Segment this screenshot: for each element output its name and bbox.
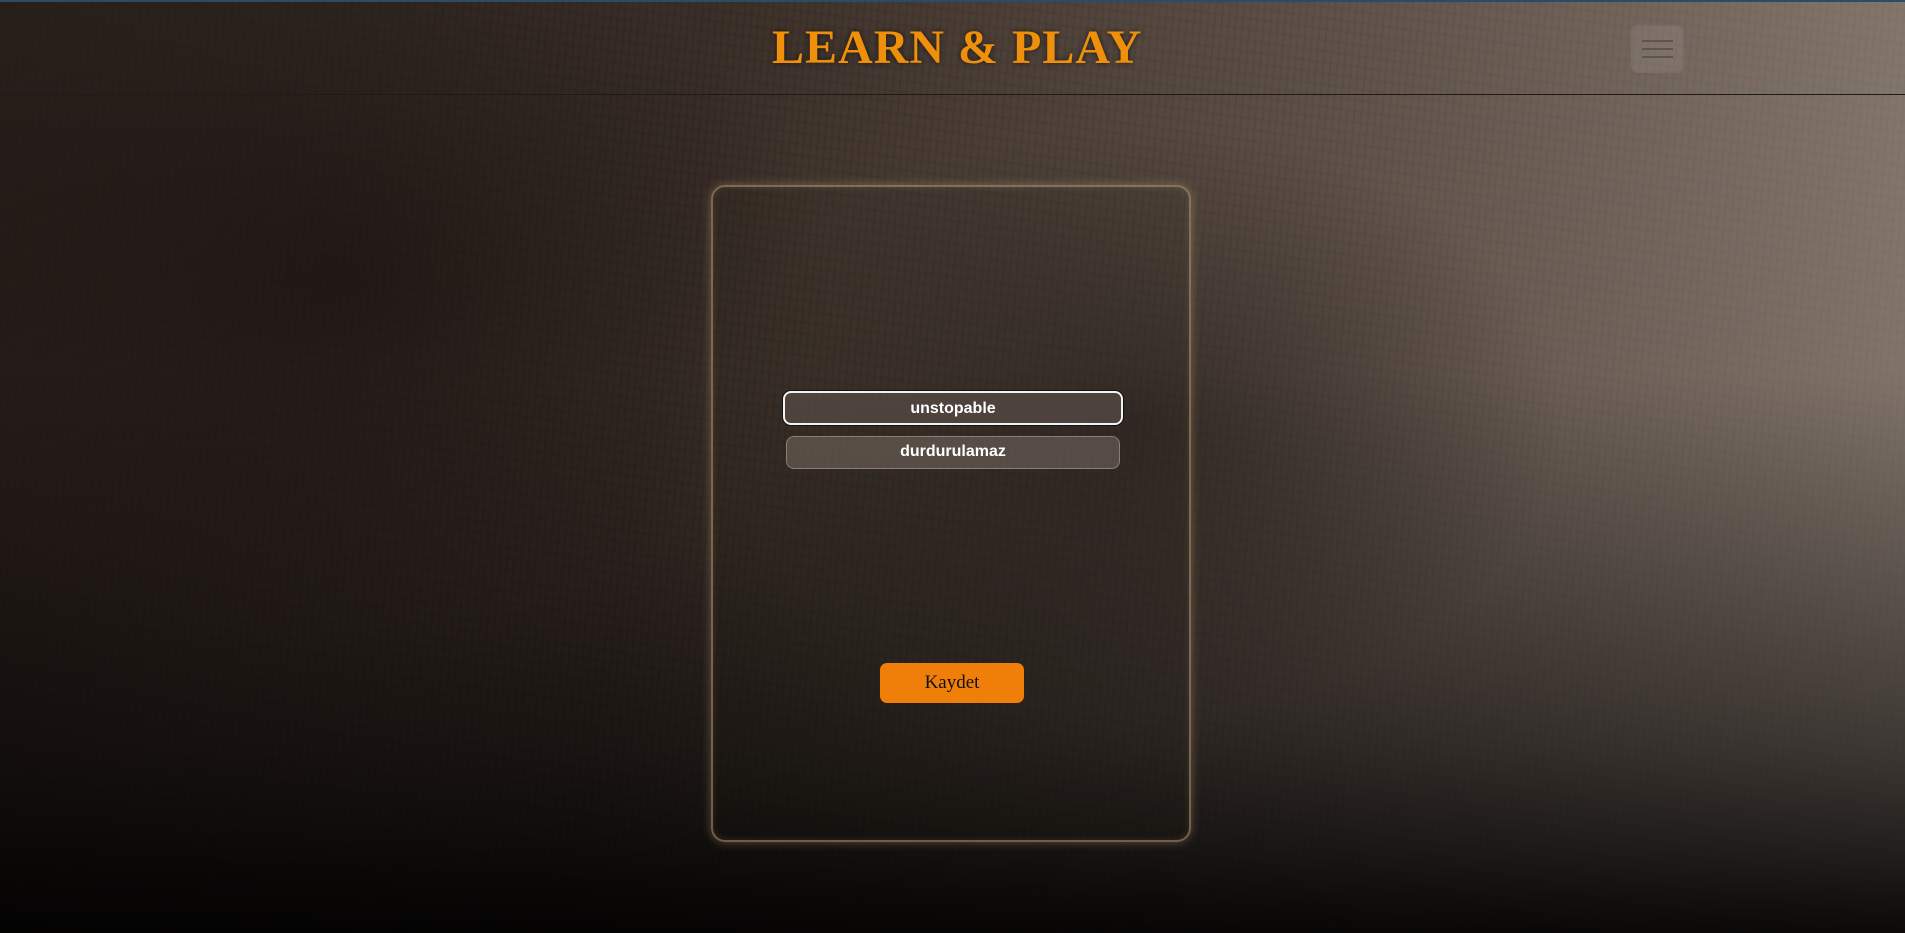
hamburger-menu-icon-bar — [1642, 56, 1673, 58]
site-brand-title[interactable]: LEARN & PLAY — [772, 20, 1142, 75]
top-navbar: LEARN & PLAY — [0, 0, 1905, 95]
word-card: unstopable durdurulamaz Kaydet — [711, 185, 1191, 842]
hamburger-menu-button[interactable] — [1631, 25, 1684, 73]
turkish-translation-box[interactable]: durdurulamaz — [786, 436, 1120, 469]
hamburger-menu-icon-bar — [1642, 48, 1673, 50]
english-word-box[interactable]: unstopable — [783, 391, 1123, 425]
save-button[interactable]: Kaydet — [880, 663, 1024, 703]
hamburger-menu-icon — [1642, 40, 1673, 42]
